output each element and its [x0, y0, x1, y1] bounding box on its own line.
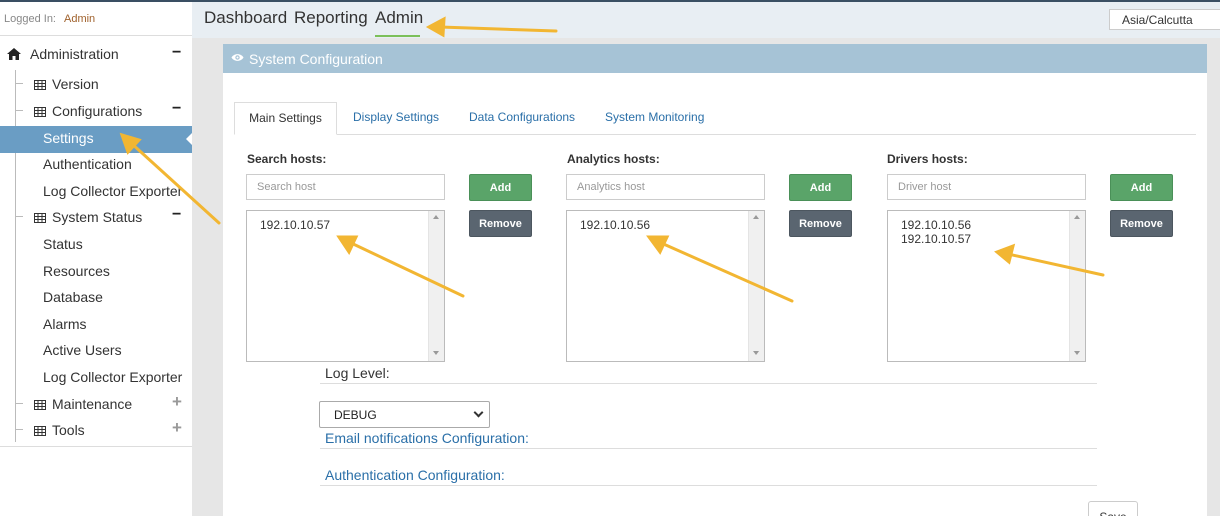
driver-host-input[interactable]: Driver host	[887, 174, 1086, 200]
scroll-up-icon[interactable]	[753, 215, 759, 219]
table-icon	[34, 426, 46, 436]
eye-icon	[231, 54, 244, 61]
sidebar-item-tools[interactable]: Tools	[34, 422, 85, 438]
sidebar-active-highlight	[0, 126, 192, 153]
sidebar-item-label: Configurations	[52, 103, 143, 119]
logged-in-bar: Logged In: Admin	[0, 2, 192, 36]
timezone-select[interactable]: Asia/Calcutta	[1109, 9, 1220, 30]
search-host-input[interactable]: Search host	[246, 174, 445, 200]
log-level-value: DEBUG	[334, 408, 377, 422]
nav-active-underline	[375, 35, 420, 37]
tree-branch	[15, 110, 23, 111]
sidebar-item-configurations[interactable]: Configurations	[34, 103, 142, 119]
sidebar-item-log-collector-exporter-2[interactable]: Log Collector Exporter	[43, 369, 182, 385]
panel-title: System Configuration	[249, 51, 383, 67]
add-analytics-host-button[interactable]: Add	[789, 174, 852, 201]
scrollbar[interactable]	[1069, 211, 1085, 361]
remove-search-host-button[interactable]: Remove	[469, 210, 532, 237]
tree-branch	[15, 216, 23, 217]
sidebar-item-label: Version	[52, 76, 99, 92]
sidebar-item-log-collector-exporter[interactable]: Log Collector Exporter	[43, 183, 182, 199]
list-item[interactable]: 192.10.10.57	[901, 232, 971, 246]
collapse-toggle[interactable]: −	[172, 207, 181, 223]
sidebar-item-label: System Status	[52, 209, 143, 225]
analytics-hosts-label: Analytics hosts:	[567, 152, 660, 166]
analytics-hosts-list[interactable]: 192.10.10.56	[566, 210, 765, 362]
collapse-toggle[interactable]: −	[172, 45, 181, 61]
tab-display-settings[interactable]: Display Settings	[353, 110, 439, 124]
sidebar-item-system-status[interactable]: System Status	[34, 209, 142, 225]
sidebar-item-maintenance[interactable]: Maintenance	[34, 396, 132, 412]
sidebar-item-database[interactable]: Database	[43, 289, 103, 305]
table-icon	[34, 400, 46, 410]
logged-in-label: Logged In:	[4, 13, 56, 25]
table-icon	[34, 107, 46, 117]
divider	[320, 383, 1097, 384]
tabs-baseline	[234, 134, 1196, 135]
list-item[interactable]: 192.10.10.57	[260, 218, 330, 232]
email-notifications-config-link[interactable]: Email notifications Configuration:	[325, 430, 529, 446]
table-icon	[34, 80, 46, 90]
sidebar-divider	[0, 446, 192, 447]
nav-dashboard[interactable]: Dashboard	[204, 8, 287, 28]
list-item[interactable]: 192.10.10.56	[580, 218, 650, 232]
tree-branch	[15, 403, 23, 404]
nav-reporting[interactable]: Reporting	[294, 8, 368, 28]
log-level-select[interactable]: DEBUG	[319, 401, 490, 428]
sidebar-item-settings[interactable]: Settings	[43, 130, 94, 146]
sidebar-item-administration[interactable]: Administration	[6, 46, 119, 62]
tab-main-settings[interactable]: Main Settings	[234, 102, 337, 135]
search-hosts-list[interactable]: 192.10.10.57	[246, 210, 445, 362]
sidebar-item-label: Maintenance	[52, 396, 133, 412]
sidebar-item-label: Administration	[30, 46, 119, 62]
sidebar-item-active-users[interactable]: Active Users	[43, 342, 122, 358]
sidebar-item-authentication[interactable]: Authentication	[43, 156, 132, 172]
sidebar-item-version[interactable]: Version	[34, 76, 99, 92]
save-button[interactable]: Save	[1088, 501, 1138, 516]
authentication-config-link[interactable]: Authentication Configuration:	[325, 467, 505, 483]
remove-analytics-host-button[interactable]: Remove	[789, 210, 852, 237]
scroll-down-icon[interactable]	[753, 351, 759, 355]
scrollbar[interactable]	[428, 211, 444, 361]
add-search-host-button[interactable]: Add	[469, 174, 532, 201]
scroll-up-icon[interactable]	[1074, 215, 1080, 219]
table-icon	[34, 213, 46, 223]
scroll-up-icon[interactable]	[433, 215, 439, 219]
home-icon	[7, 48, 21, 60]
scrollbar[interactable]	[748, 211, 764, 361]
log-level-label: Log Level:	[325, 365, 390, 381]
analytics-host-input[interactable]: Analytics host	[566, 174, 765, 200]
collapse-toggle[interactable]: −	[172, 101, 181, 117]
remove-driver-host-button[interactable]: Remove	[1110, 210, 1173, 237]
drivers-hosts-list[interactable]: 192.10.10.56 192.10.10.57	[887, 210, 1086, 362]
scroll-down-icon[interactable]	[433, 351, 439, 355]
tab-system-monitoring[interactable]: System Monitoring	[605, 110, 704, 124]
sidebar: Logged In: Admin Administration − Versio…	[0, 2, 193, 516]
drivers-hosts-label: Drivers hosts:	[887, 152, 968, 166]
tree-branch	[15, 429, 23, 430]
scroll-down-icon[interactable]	[1074, 351, 1080, 355]
divider	[320, 485, 1097, 486]
search-hosts-label: Search hosts:	[247, 152, 327, 166]
sidebar-item-resources[interactable]: Resources	[43, 263, 110, 279]
logged-in-user: Admin	[64, 13, 96, 25]
expand-toggle[interactable]: +	[172, 419, 182, 436]
add-driver-host-button[interactable]: Add	[1110, 174, 1173, 201]
panel-header: System Configuration	[223, 44, 1207, 73]
tab-data-configurations[interactable]: Data Configurations	[469, 110, 575, 124]
sidebar-item-label: Tools	[52, 422, 85, 438]
expand-toggle[interactable]: +	[172, 393, 182, 410]
divider	[320, 448, 1097, 449]
sidebar-item-alarms[interactable]: Alarms	[43, 316, 87, 332]
list-item[interactable]: 192.10.10.56	[901, 218, 971, 232]
sidebar-item-status[interactable]: Status	[43, 236, 83, 252]
tree-branch	[15, 83, 23, 84]
chevron-down-icon	[473, 407, 484, 418]
nav-admin[interactable]: Admin	[375, 8, 423, 28]
